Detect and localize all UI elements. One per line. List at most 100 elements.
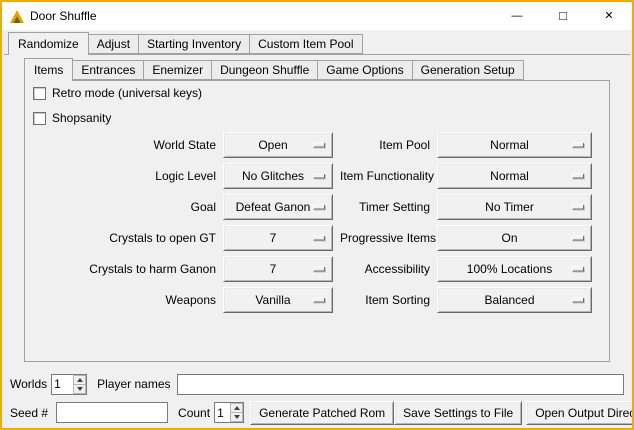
tab-items[interactable]: Items	[24, 58, 73, 81]
count-spin-down-button[interactable]	[230, 413, 243, 422]
dropdown-indicator-icon	[313, 235, 325, 240]
dropdown-indicator-icon	[313, 142, 325, 147]
worlds-spinner	[51, 374, 87, 395]
count-spin-up-button[interactable]	[230, 403, 243, 413]
dropdown-indicator-icon	[313, 266, 325, 271]
seed-label: Seed #	[10, 406, 48, 420]
goal-label: Goal	[31, 200, 216, 214]
item-functionality-value: Normal	[490, 169, 539, 183]
maximize-button[interactable]: □	[540, 2, 586, 30]
crystals-open-gt-dropdown[interactable]: 7	[223, 225, 333, 251]
count-label: Count	[178, 406, 210, 420]
main-tab-bar: Randomize Adjust Starting Inventory Cust…	[8, 34, 362, 55]
minimize-icon: —	[512, 11, 523, 22]
close-button[interactable]: ✕	[586, 2, 632, 30]
spin-up-icon	[234, 406, 240, 410]
tab-game-options[interactable]: Game Options	[317, 60, 412, 80]
tab-starting-inventory[interactable]: Starting Inventory	[138, 34, 250, 54]
generate-row: Seed # Count Generate Patched Rom Save S…	[10, 400, 627, 425]
logic-level-label: Logic Level	[31, 169, 216, 183]
settings-row: Weapons Vanilla Item Sorting Balanced	[25, 284, 609, 315]
tab-generation-setup[interactable]: Generation Setup	[412, 60, 524, 80]
accessibility-label: Accessibility	[340, 262, 430, 276]
tab-randomize[interactable]: Randomize	[8, 32, 89, 55]
world-state-label: World State	[31, 138, 216, 152]
settings-row: Crystals to harm Ganon 7 Accessibility 1…	[25, 253, 609, 284]
randomize-tab-bar: Items Entrances Enemizer Dungeon Shuffle…	[24, 60, 523, 81]
item-sorting-value: Balanced	[484, 293, 544, 307]
tab-enemizer[interactable]: Enemizer	[143, 60, 212, 80]
spin-up-icon	[77, 378, 83, 382]
seed-input[interactable]	[56, 402, 168, 423]
dropdown-indicator-icon	[572, 297, 584, 302]
settings-grid: World State Open Item Pool Normal Logic …	[25, 129, 609, 315]
generate-patched-rom-button[interactable]: Generate Patched Rom	[250, 401, 394, 425]
items-tab-panel: Retro mode (universal keys) Shopsanity W…	[24, 80, 610, 362]
spin-down-icon	[234, 415, 240, 419]
item-pool-dropdown[interactable]: Normal	[437, 132, 592, 158]
item-functionality-dropdown[interactable]: Normal	[437, 163, 592, 189]
tab-dungeon-shuffle[interactable]: Dungeon Shuffle	[211, 60, 318, 80]
item-sorting-dropdown[interactable]: Balanced	[437, 287, 592, 313]
tab-custom-item-pool[interactable]: Custom Item Pool	[249, 34, 362, 54]
count-input[interactable]	[215, 403, 230, 422]
weapons-value: Vanilla	[255, 293, 300, 307]
window-controls: — □ ✕	[494, 2, 632, 30]
dropdown-indicator-icon	[313, 204, 325, 209]
shopsanity-checkbox[interactable]	[33, 112, 46, 125]
multiworld-row: Worlds Player names	[10, 373, 624, 395]
shopsanity-label: Shopsanity	[52, 111, 111, 125]
open-output-directory-button[interactable]: Open Output Directory	[526, 401, 634, 425]
retro-mode-checkbox[interactable]	[33, 87, 46, 100]
settings-row: Goal Defeat Ganon Timer Setting No Timer	[25, 191, 609, 222]
crystals-harm-ganon-dropdown[interactable]: 7	[223, 256, 333, 282]
logic-level-dropdown[interactable]: No Glitches	[223, 163, 333, 189]
spin-down-icon	[77, 387, 83, 391]
timer-setting-label: Timer Setting	[340, 200, 430, 214]
tab-entrances[interactable]: Entrances	[72, 60, 144, 80]
item-pool-label: Item Pool	[340, 138, 430, 152]
retro-mode-label: Retro mode (universal keys)	[52, 86, 202, 100]
worlds-input[interactable]	[52, 375, 73, 394]
player-names-input[interactable]	[177, 374, 625, 395]
settings-row: Crystals to open GT 7 Progressive Items …	[25, 222, 609, 253]
settings-row: Logic Level No Glitches Item Functionali…	[25, 160, 609, 191]
dropdown-indicator-icon	[572, 235, 584, 240]
tab-adjust[interactable]: Adjust	[88, 34, 139, 54]
minimize-button[interactable]: —	[494, 2, 540, 30]
save-settings-button[interactable]: Save Settings to File	[394, 401, 522, 425]
timer-setting-dropdown[interactable]: No Timer	[437, 194, 592, 220]
weapons-label: Weapons	[31, 293, 216, 307]
close-icon: ✕	[604, 11, 613, 22]
progressive-items-value: On	[501, 231, 527, 245]
window-title: Door Shuffle	[30, 9, 97, 23]
worlds-label: Worlds	[10, 377, 47, 391]
goal-value: Defeat Ganon	[236, 200, 321, 214]
goal-dropdown[interactable]: Defeat Ganon	[223, 194, 333, 220]
retro-mode-option[interactable]: Retro mode (universal keys)	[33, 86, 202, 100]
crystals-open-gt-value: 7	[270, 231, 287, 245]
worlds-spin-buttons	[73, 375, 86, 394]
worlds-spin-down-button[interactable]	[73, 385, 86, 394]
accessibility-dropdown[interactable]: 100% Locations	[437, 256, 592, 282]
titlebar[interactable]: Door Shuffle — □ ✕	[2, 2, 632, 30]
crystals-harm-ganon-value: 7	[270, 262, 287, 276]
settings-row: World State Open Item Pool Normal	[25, 129, 609, 160]
item-functionality-label: Item Functionality	[340, 169, 430, 183]
world-state-value: Open	[258, 138, 297, 152]
crystals-open-gt-label: Crystals to open GT	[31, 231, 216, 245]
dropdown-indicator-icon	[572, 204, 584, 209]
timer-setting-value: No Timer	[485, 200, 544, 214]
worlds-spin-up-button[interactable]	[73, 375, 86, 385]
item-sorting-label: Item Sorting	[340, 293, 430, 307]
count-spinner	[214, 402, 244, 423]
world-state-dropdown[interactable]: Open	[223, 132, 333, 158]
dropdown-indicator-icon	[313, 173, 325, 178]
shopsanity-option[interactable]: Shopsanity	[33, 111, 111, 125]
dropdown-indicator-icon	[572, 266, 584, 271]
weapons-dropdown[interactable]: Vanilla	[223, 287, 333, 313]
progressive-items-dropdown[interactable]: On	[437, 225, 592, 251]
dropdown-indicator-icon	[313, 297, 325, 302]
accessibility-value: 100% Locations	[467, 262, 562, 276]
player-names-label: Player names	[97, 377, 170, 391]
